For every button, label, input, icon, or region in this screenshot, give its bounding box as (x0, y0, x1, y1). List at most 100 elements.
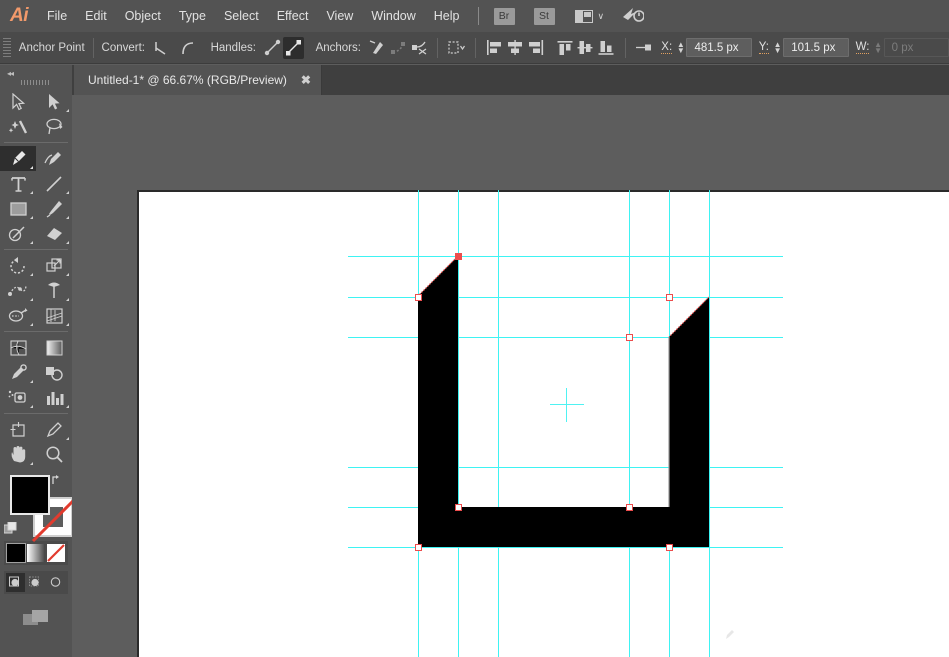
rotate-tool[interactable] (0, 253, 36, 278)
x-input[interactable]: 481.5 px (686, 38, 751, 57)
menu-divider (478, 7, 479, 25)
show-handles-icon[interactable] (262, 37, 283, 59)
menu-type[interactable]: Type (170, 0, 215, 32)
align-left-icon[interactable] (484, 37, 505, 59)
hide-handles-icon[interactable] (283, 37, 304, 59)
anchor-point[interactable] (666, 544, 673, 551)
workspace-switcher[interactable]: ∨ (575, 10, 605, 23)
tools-panel: ◂◂ (0, 65, 72, 657)
anchor-point[interactable] (455, 504, 462, 511)
tools-group-navigation (0, 417, 72, 467)
type-tool[interactable] (0, 171, 36, 196)
anchor-point[interactable] (666, 294, 673, 301)
gradient-swatch-mode[interactable] (27, 544, 45, 562)
symbol-sprayer-tool[interactable] (0, 385, 36, 410)
align-right-icon[interactable] (525, 37, 546, 59)
menu-object[interactable]: Object (116, 0, 170, 32)
align-bottom-icon[interactable] (596, 37, 617, 59)
swap-fill-stroke-icon[interactable] (51, 473, 66, 489)
tools-group-selection (0, 89, 72, 139)
flyout-indicator (66, 273, 69, 276)
blend-tool[interactable] (36, 360, 72, 385)
creative-cloud-icon[interactable] (622, 5, 644, 28)
menu-window[interactable]: Window (362, 0, 424, 32)
connect-anchor-icon[interactable] (388, 37, 409, 59)
shaper-tool[interactable] (0, 221, 36, 246)
perspective-grid-tool[interactable] (36, 303, 72, 328)
draw-behind-mode[interactable] (26, 573, 45, 592)
shape-builder-tool[interactable] (0, 303, 36, 328)
document-tab[interactable]: Untitled-1* @ 66.67% (RGB/Preview) ✖ (74, 65, 322, 95)
adobe-stock-button[interactable]: St (534, 8, 555, 25)
flyout-indicator (66, 216, 69, 219)
x-stepper[interactable]: ▲▼ (675, 38, 686, 57)
rectangle-tool[interactable] (0, 196, 36, 221)
free-transform-tool[interactable] (36, 278, 72, 303)
y-input[interactable]: 101.5 px (783, 38, 848, 57)
menu-file[interactable]: File (38, 0, 76, 32)
paintbrush-tool[interactable] (36, 196, 72, 221)
y-stepper[interactable]: ▲▼ (772, 38, 783, 57)
magic-wand-tool[interactable] (0, 114, 36, 139)
convert-label: Convert: (102, 42, 145, 54)
width-tool[interactable] (0, 278, 36, 303)
column-graph-tool[interactable] (36, 385, 72, 410)
default-fill-stroke-icon[interactable] (4, 522, 18, 535)
gradient-tool[interactable] (36, 335, 72, 360)
slice-tool[interactable] (36, 417, 72, 442)
menu-edit[interactable]: Edit (76, 0, 116, 32)
remove-anchor-icon[interactable] (367, 37, 388, 59)
zoom-tool[interactable] (36, 442, 72, 467)
align-top-icon[interactable] (554, 37, 575, 59)
bridge-button[interactable]: Br (494, 8, 515, 25)
menu-view[interactable]: View (317, 0, 362, 32)
mesh-tool[interactable] (0, 335, 36, 360)
illustrator-window: Ai File Edit Object Type Select Effect V… (0, 0, 949, 657)
hand-tool[interactable] (0, 442, 36, 467)
selection-tool[interactable] (0, 89, 36, 114)
draw-inside-mode[interactable] (47, 573, 66, 592)
anchor-point[interactable] (415, 294, 422, 301)
anchor-point[interactable] (626, 504, 633, 511)
flyout-indicator (30, 216, 33, 219)
menu-help[interactable]: Help (425, 0, 469, 32)
w-label: W: (856, 41, 870, 54)
anchor-point[interactable] (415, 544, 422, 551)
none-swatch-mode[interactable] (47, 544, 65, 562)
scale-tool[interactable] (36, 253, 72, 278)
direct-selection-tool[interactable] (36, 89, 72, 114)
artboard-tool[interactable] (0, 417, 36, 442)
flyout-indicator (30, 298, 33, 301)
curvature-tool[interactable] (36, 146, 72, 171)
collapse-panel-icon[interactable]: ◂◂ (7, 69, 13, 78)
menu-select[interactable]: Select (215, 0, 268, 32)
tools-panel-grip[interactable] (21, 80, 51, 85)
isolate-selected-object-icon[interactable] (446, 37, 467, 59)
draw-normal-mode[interactable] (6, 573, 25, 592)
eyedropper-tool[interactable] (0, 360, 36, 385)
align-horizontal-center-icon[interactable] (505, 37, 526, 59)
change-screen-mode-icon[interactable] (0, 608, 72, 628)
line-segment-tool[interactable] (36, 171, 72, 196)
pen-tool[interactable] (0, 146, 36, 171)
divider (625, 38, 626, 58)
color-swatch-mode[interactable] (7, 544, 25, 562)
lasso-tool[interactable] (36, 114, 72, 139)
anchor-point[interactable] (626, 334, 633, 341)
fill-swatch[interactable] (10, 475, 50, 515)
eraser-tool[interactable] (36, 221, 72, 246)
flyout-indicator (30, 166, 33, 169)
convert-to-smooth-icon[interactable] (178, 37, 199, 59)
convert-to-corner-icon[interactable] (151, 37, 172, 59)
close-icon[interactable]: ✖ (301, 73, 311, 87)
control-bar-grip[interactable] (3, 38, 11, 58)
anchor-point[interactable] (455, 253, 462, 260)
menu-effect[interactable]: Effect (268, 0, 318, 32)
align-vertical-center-icon[interactable] (575, 37, 596, 59)
canvas-area[interactable] (72, 95, 949, 657)
cut-path-icon[interactable] (409, 37, 430, 59)
chevron-down-icon: ∨ (598, 11, 605, 22)
tools-panel-header[interactable]: ◂◂ (0, 65, 72, 89)
tools-group-drawing (0, 146, 72, 246)
transform-handle-icon[interactable] (634, 37, 655, 59)
